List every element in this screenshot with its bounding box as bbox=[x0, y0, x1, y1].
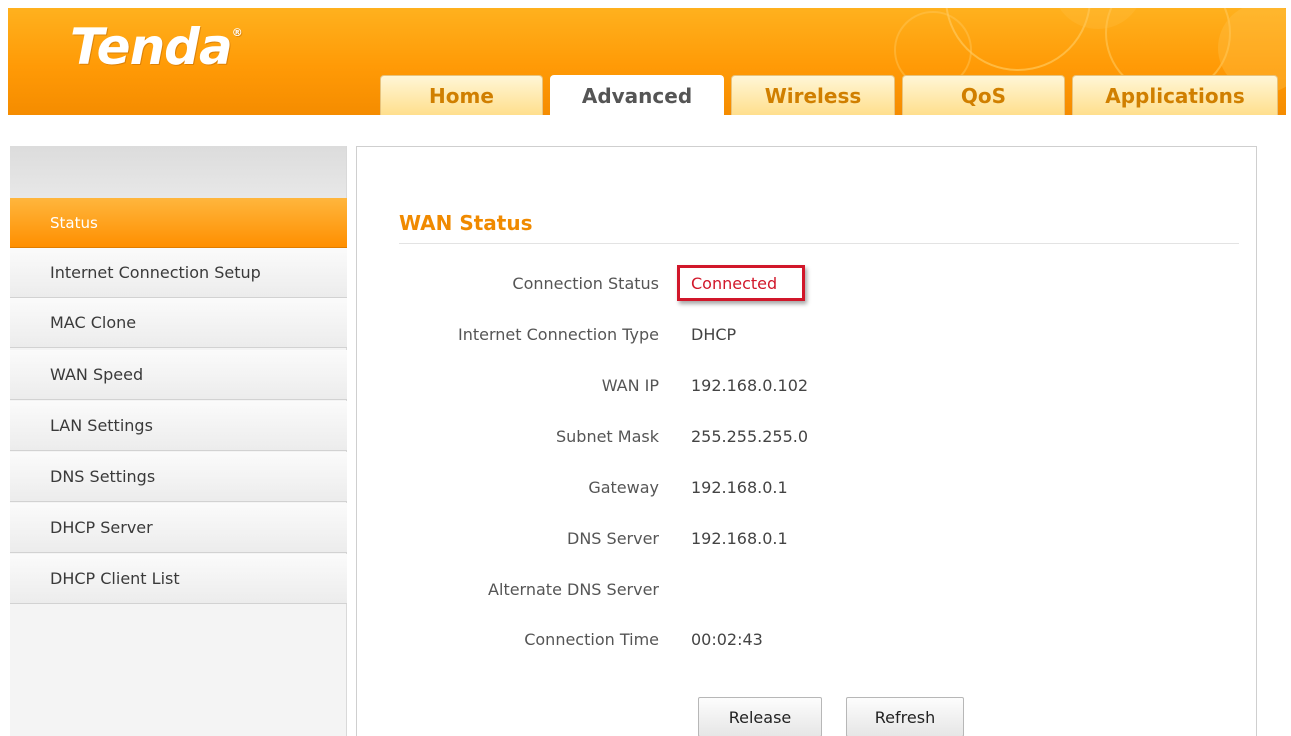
tab-advanced[interactable]: Advanced bbox=[550, 75, 724, 116]
sidebar-item-status[interactable]: Status bbox=[10, 198, 347, 248]
connection-status-value: Connected bbox=[691, 274, 778, 293]
wan-ip-label: WAN IP bbox=[601, 376, 659, 395]
subnet-mask-label: Subnet Mask bbox=[555, 427, 659, 446]
dns-server-label: DNS Server bbox=[567, 529, 659, 548]
sidebar-item-internet-connection-setup[interactable]: Internet Connection Setup bbox=[10, 248, 347, 298]
sidebar-item-wan-speed[interactable]: WAN Speed bbox=[10, 350, 347, 400]
tab-applications[interactable]: Applications bbox=[1072, 75, 1278, 115]
sidebar-item-dns-settings[interactable]: DNS Settings bbox=[10, 452, 347, 502]
router-admin-page: Tenda® Home Advanced Wireless QoS Applic… bbox=[0, 0, 1291, 736]
refresh-button[interactable]: Refresh bbox=[846, 697, 964, 736]
connection-time-value: 00:02:43 bbox=[691, 630, 763, 649]
gateway-value: 192.168.0.1 bbox=[691, 478, 788, 497]
wan-ip-value: 192.168.0.102 bbox=[691, 376, 809, 395]
tenda-logo: Tenda® bbox=[70, 18, 243, 76]
dns-server-value: 192.168.0.1 bbox=[691, 529, 788, 548]
tab-home[interactable]: Home bbox=[380, 75, 543, 115]
sidebar-item-mac-clone[interactable]: MAC Clone bbox=[10, 298, 347, 348]
sidebar-item-dhcp-client-list[interactable]: DHCP Client List bbox=[10, 554, 347, 604]
top-strip bbox=[0, 0, 1291, 8]
sidebar-item-lan-settings[interactable]: LAN Settings bbox=[10, 401, 347, 451]
connection-time-label: Connection Time bbox=[524, 630, 659, 649]
subnet-mask-value: 255.255.255.0 bbox=[691, 427, 809, 446]
connection-type-label: Internet Connection Type bbox=[458, 325, 659, 344]
tab-wireless[interactable]: Wireless bbox=[731, 75, 895, 115]
connection-status-label: Connection Status bbox=[512, 274, 659, 293]
gateway-label: Gateway bbox=[588, 478, 659, 497]
tab-qos[interactable]: QoS bbox=[902, 75, 1065, 115]
section-title: WAN Status bbox=[399, 211, 533, 235]
section-divider bbox=[399, 243, 1239, 244]
release-button[interactable]: Release bbox=[698, 697, 822, 736]
connection-type-value: DHCP bbox=[691, 325, 737, 344]
sidebar-item-dhcp-server[interactable]: DHCP Server bbox=[10, 503, 347, 553]
alternate-dns-label: Alternate DNS Server bbox=[488, 580, 659, 599]
sidebar: Status Internet Connection Setup MAC Clo… bbox=[10, 146, 347, 736]
